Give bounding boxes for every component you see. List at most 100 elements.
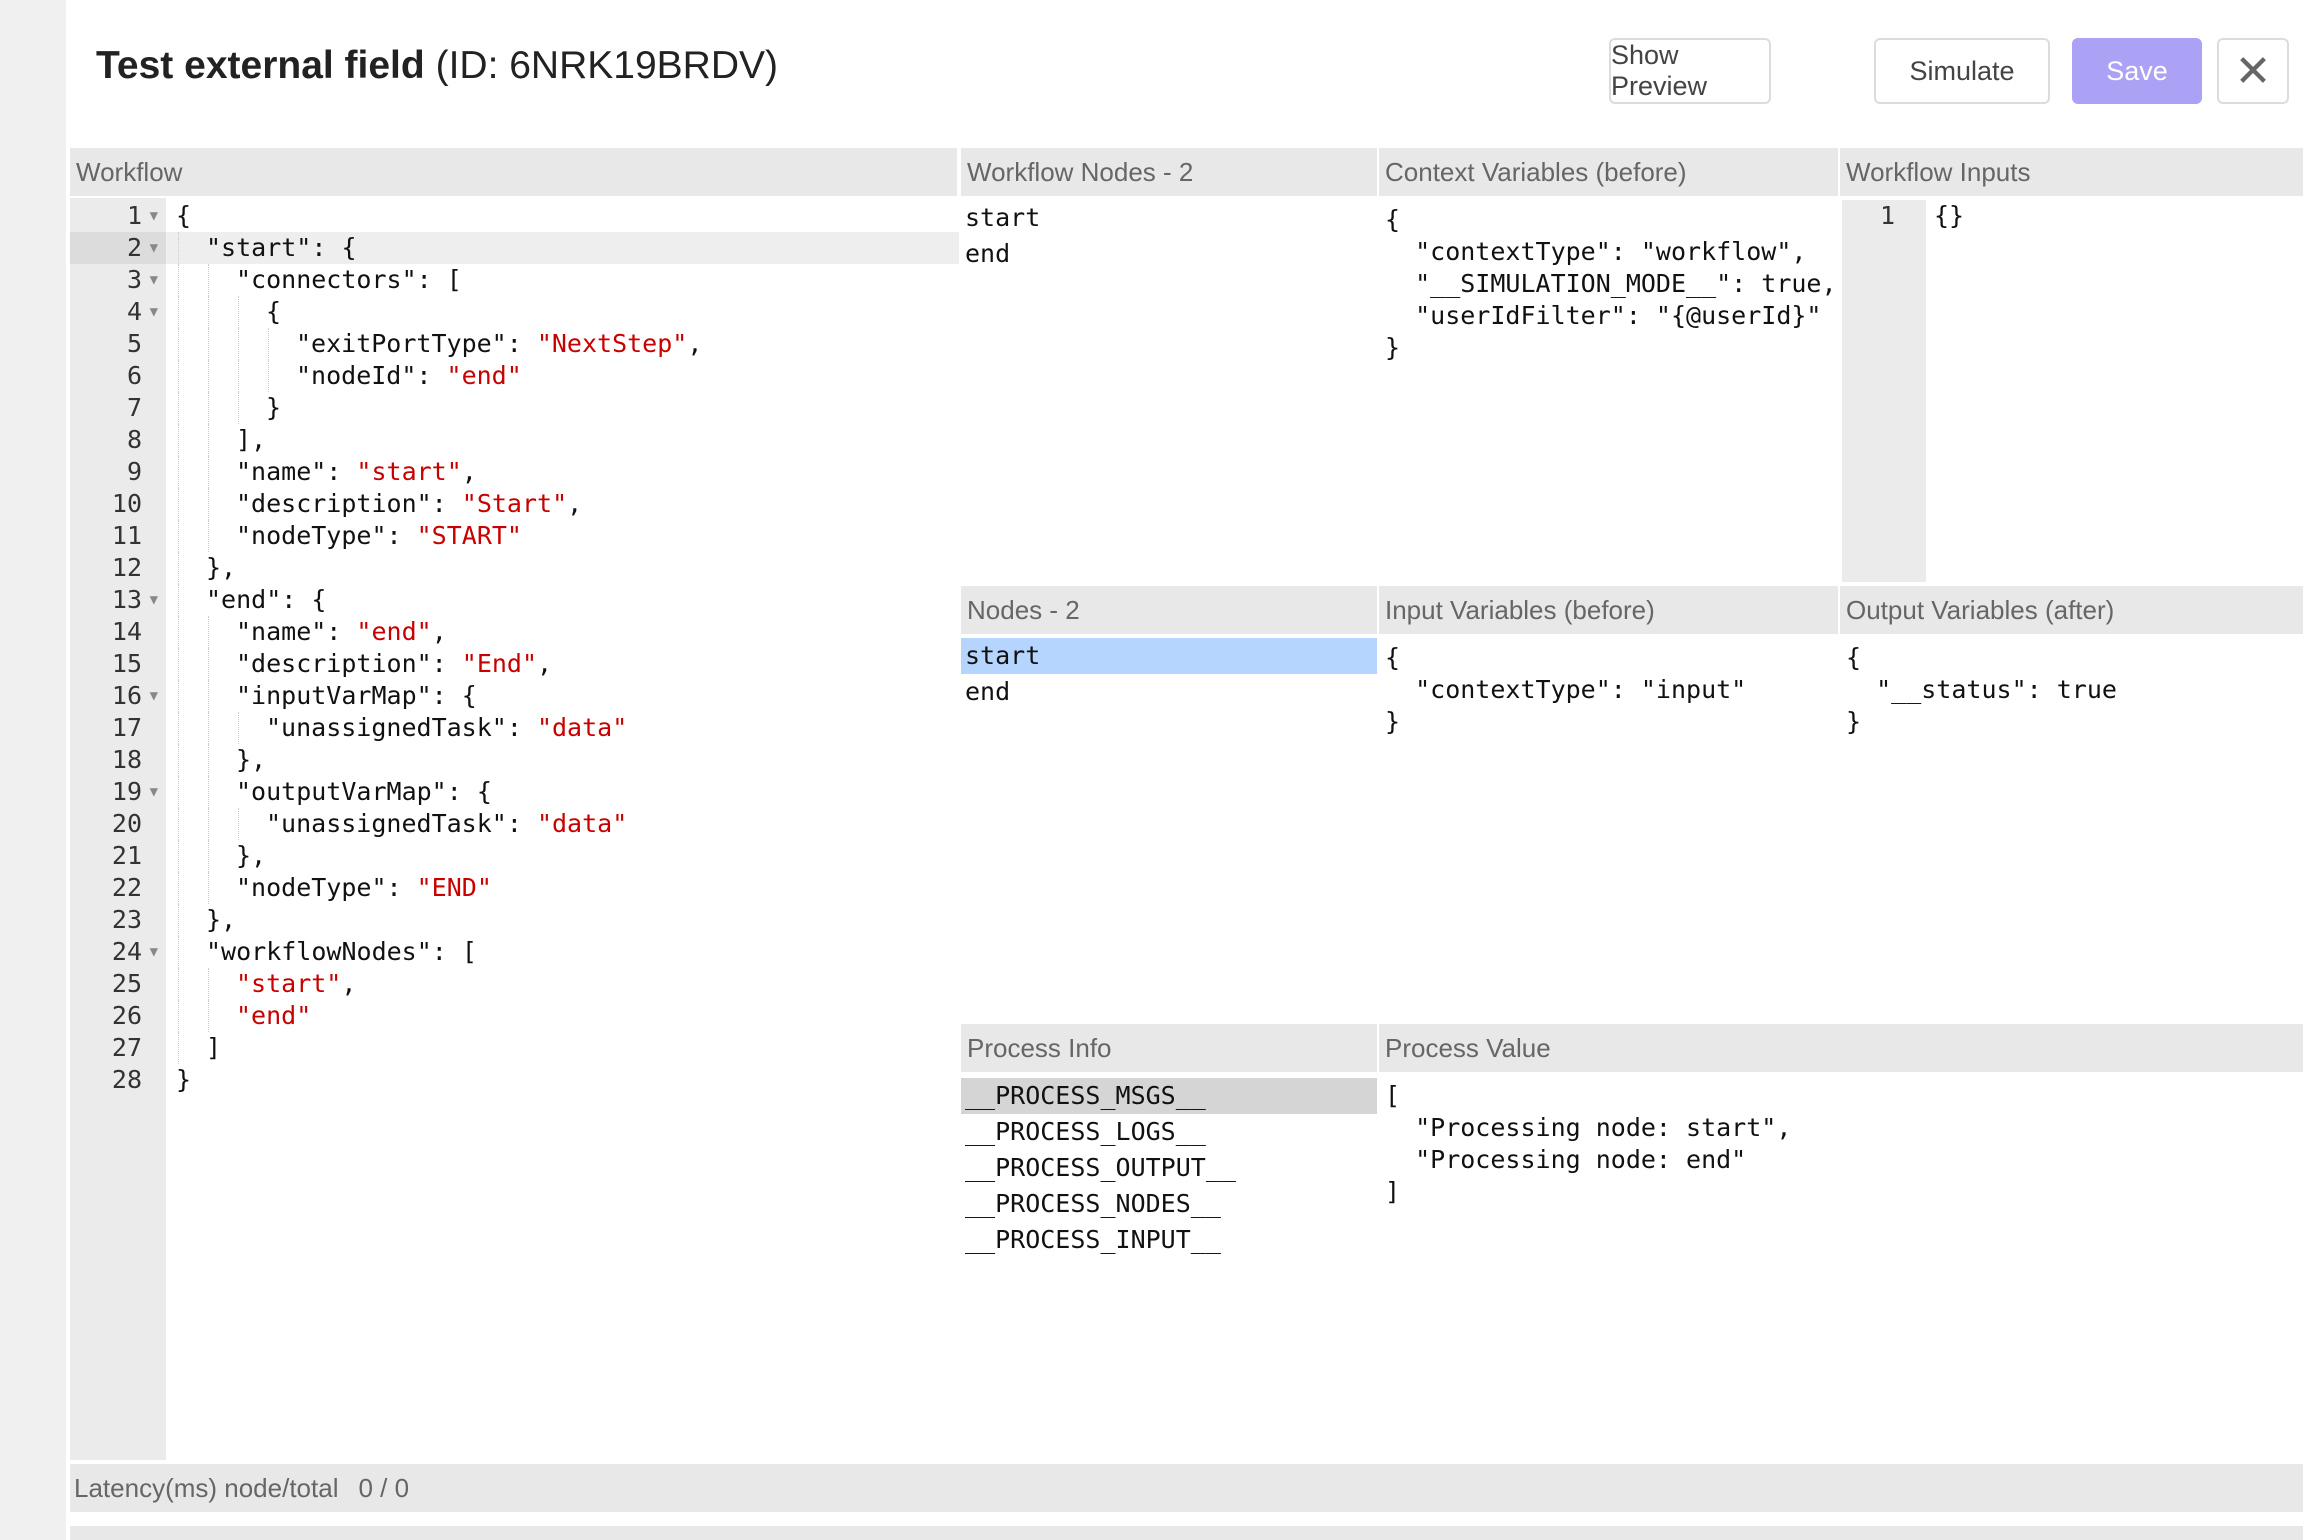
line-number-text: 27 xyxy=(111,1033,142,1062)
process-info-item[interactable]: __PROCESS_INPUT__ xyxy=(961,1222,1377,1258)
indent-guide xyxy=(208,776,209,808)
line-number: 19 ▼ xyxy=(70,776,166,808)
line-number-text: 22 xyxy=(111,873,142,902)
code-token: "end": { xyxy=(206,585,327,614)
code-line: }, xyxy=(176,840,702,872)
indent-guide xyxy=(178,488,179,520)
node-item[interactable]: end xyxy=(961,674,1377,710)
output-variables-json: { "__status": true } xyxy=(1846,643,2117,736)
line-number-text: 19 xyxy=(111,777,142,806)
line-number-text: 16 xyxy=(111,681,142,710)
code-token: "nodeId": xyxy=(296,361,447,390)
code-line: "start": { xyxy=(176,232,702,264)
code-line: "unassignedTask": "data" xyxy=(176,808,702,840)
line-number: 26 xyxy=(70,1000,166,1032)
title-id: (ID: 6NRK19BRDV) xyxy=(435,44,778,87)
indent-guide xyxy=(178,1032,179,1064)
code-string: "END" xyxy=(416,873,492,902)
process-info-item[interactable]: __PROCESS_MSGS__ xyxy=(961,1078,1377,1114)
line-number: 16 ▼ xyxy=(70,680,166,712)
workflow-inputs-text[interactable]: {} xyxy=(1934,200,1964,232)
code-line: } xyxy=(176,1064,702,1096)
fold-arrow-icon[interactable]: ▼ xyxy=(150,200,158,232)
code-line: "workflowNodes": [ xyxy=(176,936,702,968)
show-preview-button[interactable]: Show Preview xyxy=(1609,38,1771,104)
line-number-text: 1 xyxy=(126,201,142,230)
line-number: 11 xyxy=(70,520,166,552)
fold-arrow-icon[interactable]: ▼ xyxy=(150,680,158,712)
code-line: ], xyxy=(176,424,702,456)
process-info-item[interactable]: __PROCESS_LOGS__ xyxy=(961,1114,1377,1150)
code-token: }, xyxy=(236,745,267,774)
code-line: "start", xyxy=(176,968,702,1000)
code-string: "end" xyxy=(446,361,522,390)
indent-guide xyxy=(238,808,239,840)
inputs-line-gutter xyxy=(1842,200,1926,582)
line-number: 4 ▼ xyxy=(70,296,166,328)
indent-guide xyxy=(178,552,179,584)
indent-guide xyxy=(208,328,209,360)
indent-guide xyxy=(208,744,209,776)
workflow-code[interactable]: {"start": {"connectors": [{"exitPortType… xyxy=(176,200,702,1096)
code-string: "data" xyxy=(536,809,628,838)
line-number: 27 xyxy=(70,1032,166,1064)
node-item[interactable]: start xyxy=(961,638,1377,674)
line-number: 22 xyxy=(70,872,166,904)
code-line: "name": "end", xyxy=(176,616,702,648)
line-number: 18 xyxy=(70,744,166,776)
code-line: "description": "End", xyxy=(176,648,702,680)
indent-guide xyxy=(208,616,209,648)
code-line: "end" xyxy=(176,1000,702,1032)
line-number-text: 20 xyxy=(111,809,142,838)
workflow-node-item[interactable]: end xyxy=(961,236,1377,272)
indent-guide xyxy=(208,296,209,328)
fold-arrow-icon[interactable]: ▼ xyxy=(150,584,158,616)
workflow-nodes-list[interactable]: start end xyxy=(961,200,1377,582)
process-info-item[interactable]: __PROCESS_OUTPUT__ xyxy=(961,1150,1377,1186)
line-number: 15 xyxy=(70,648,166,680)
fold-arrow-icon[interactable]: ▼ xyxy=(150,776,158,808)
code-string: "START" xyxy=(416,521,522,550)
process-info-item[interactable]: __PROCESS_NODES__ xyxy=(961,1186,1377,1222)
indent-guide xyxy=(178,936,179,968)
line-number-text: 11 xyxy=(111,521,142,550)
code-line: "connectors": [ xyxy=(176,264,702,296)
line-number: 3 ▼ xyxy=(70,264,166,296)
fold-arrow-icon[interactable]: ▼ xyxy=(150,232,158,264)
simulate-button[interactable]: Simulate xyxy=(1874,38,2050,104)
code-token: "connectors": [ xyxy=(236,265,462,294)
code-line: { xyxy=(176,200,702,232)
code-string: "end" xyxy=(356,617,432,646)
indent-guide xyxy=(178,456,179,488)
line-number-text: 21 xyxy=(111,841,142,870)
line-number: 6 xyxy=(70,360,166,392)
line-number: 9 xyxy=(70,456,166,488)
process-info-list[interactable]: __PROCESS_MSGS__ __PROCESS_LOGS__ __PROCES… xyxy=(961,1078,1377,1460)
process-value-json: [ "Processing node: start", "Processing … xyxy=(1385,1081,1792,1206)
code-token: }, xyxy=(206,553,237,582)
fold-arrow-icon[interactable]: ▼ xyxy=(150,296,158,328)
input-variables-viewer: { "contextType": "input" } xyxy=(1379,642,1838,1020)
input-variables-json: { "contextType": "input" } xyxy=(1385,643,1747,736)
code-string: "end" xyxy=(236,1001,312,1030)
line-number-text: 13 xyxy=(111,585,142,614)
code-token: { xyxy=(266,297,282,326)
line-number-text: 3 xyxy=(126,265,142,294)
save-button[interactable]: Save xyxy=(2072,38,2202,104)
code-token: , xyxy=(461,457,477,486)
fold-arrow-icon[interactable]: ▼ xyxy=(150,264,158,296)
indent-guide xyxy=(178,904,179,936)
bottom-scrollbar[interactable] xyxy=(70,1526,2303,1540)
close-icon[interactable]: ✕ xyxy=(2217,38,2289,104)
line-number-text: 25 xyxy=(111,969,142,998)
code-token: , xyxy=(537,649,553,678)
code-string: "data" xyxy=(536,713,628,742)
code-token: "unassignedTask": xyxy=(266,809,537,838)
nodes-list[interactable]: start end xyxy=(961,638,1377,1020)
context-variables-header: Context Variables (before) xyxy=(1379,148,1838,196)
code-line: }, xyxy=(176,904,702,936)
fold-arrow-icon[interactable]: ▼ xyxy=(150,936,158,968)
code-token: , xyxy=(431,617,447,646)
code-token: "exitPortType": xyxy=(296,329,537,358)
workflow-node-item[interactable]: start xyxy=(961,200,1377,236)
